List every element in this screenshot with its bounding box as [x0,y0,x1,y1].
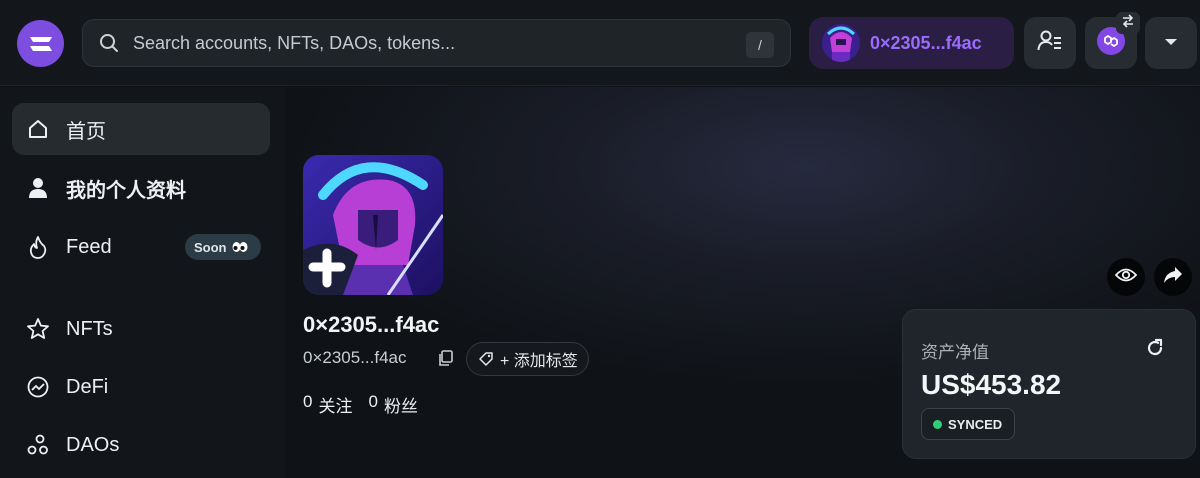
zerion-logo[interactable] [17,20,64,67]
sidebar-item-label: 我的个人资料 [66,179,186,202]
sync-status-badge: SYNCED [921,408,1015,440]
eyes-icon [232,241,248,253]
add-tag-button[interactable]: + 添加标签 [466,342,589,376]
search-icon [97,31,121,55]
sidebar-item-defi[interactable]: DeFi [12,361,270,413]
search-shortcut-key: / [746,32,774,58]
eye-icon [1114,267,1138,288]
sidebar-item-label: 首页 [66,120,106,143]
account-avatar [822,24,860,62]
share-button[interactable] [1154,258,1192,296]
menu-dropdown-button[interactable] [1145,17,1197,69]
dao-circles-icon [26,433,50,457]
logo-mark-icon [29,36,52,51]
search-bar[interactable]: / [82,19,791,67]
switch-network-badge[interactable] [1116,12,1140,34]
net-worth-value: US$453.82 [921,369,1062,400]
sync-status-label: SYNCED [948,416,1003,432]
star-icon [26,317,50,341]
followers-count: 0 [368,392,378,411]
status-dot-icon [933,419,942,429]
sidebar-item-profile[interactable]: 我的个人资料 [12,162,270,214]
caret-down-icon [1164,34,1178,52]
soon-badge: Soon [185,234,261,260]
followers-label[interactable]: 粉丝 [384,392,418,417]
sidebar-item-home[interactable]: 首页 [12,103,270,155]
profile-name: 0×2305...f4ac [303,312,440,337]
refresh-icon[interactable] [1144,337,1166,359]
sidebar-item-nfts[interactable]: NFTs [12,303,270,355]
top-bar: / 0×2305...f4ac [0,0,1200,86]
flame-icon [26,235,50,259]
sidebar-item-label: DeFi [66,375,109,398]
following-label[interactable]: 关注 [318,392,352,417]
account-button[interactable]: 0×2305...f4ac [809,17,1014,69]
chart-circle-icon [26,375,50,399]
sidebar-item-label: DAOs [66,433,120,456]
sidebar-item-label: NFTs [66,317,113,340]
following-count: 0 [303,392,313,411]
profile-address: 0×2305...f4ac [303,348,407,367]
soon-badge-label: Soon [194,239,227,255]
net-worth-title: 资产净值 [921,343,989,362]
net-worth-card: 资产净值 US$453.82 SYNCED [902,309,1196,459]
tag-icon [478,351,494,367]
account-address: 0×2305...f4ac [870,32,982,53]
watch-button[interactable] [1107,258,1145,296]
sidebar-item-label: Feed [66,235,112,258]
search-input[interactable] [133,32,723,54]
swap-arrows-icon [1120,13,1136,34]
profile-avatar [303,155,443,295]
home-icon [26,117,50,141]
follow-stats: 0 关注 0 粉丝 [303,392,418,417]
sidebar-item-daos[interactable]: DAOs [12,419,270,471]
share-arrow-icon [1163,266,1183,289]
copy-icon[interactable] [437,349,455,367]
user-list-icon [1037,29,1063,58]
add-tag-label: + 添加标签 [500,353,578,370]
watchlist-button[interactable] [1024,17,1076,69]
sidebar-item-feed[interactable]: Feed Soon [12,221,270,273]
user-icon [26,176,50,200]
